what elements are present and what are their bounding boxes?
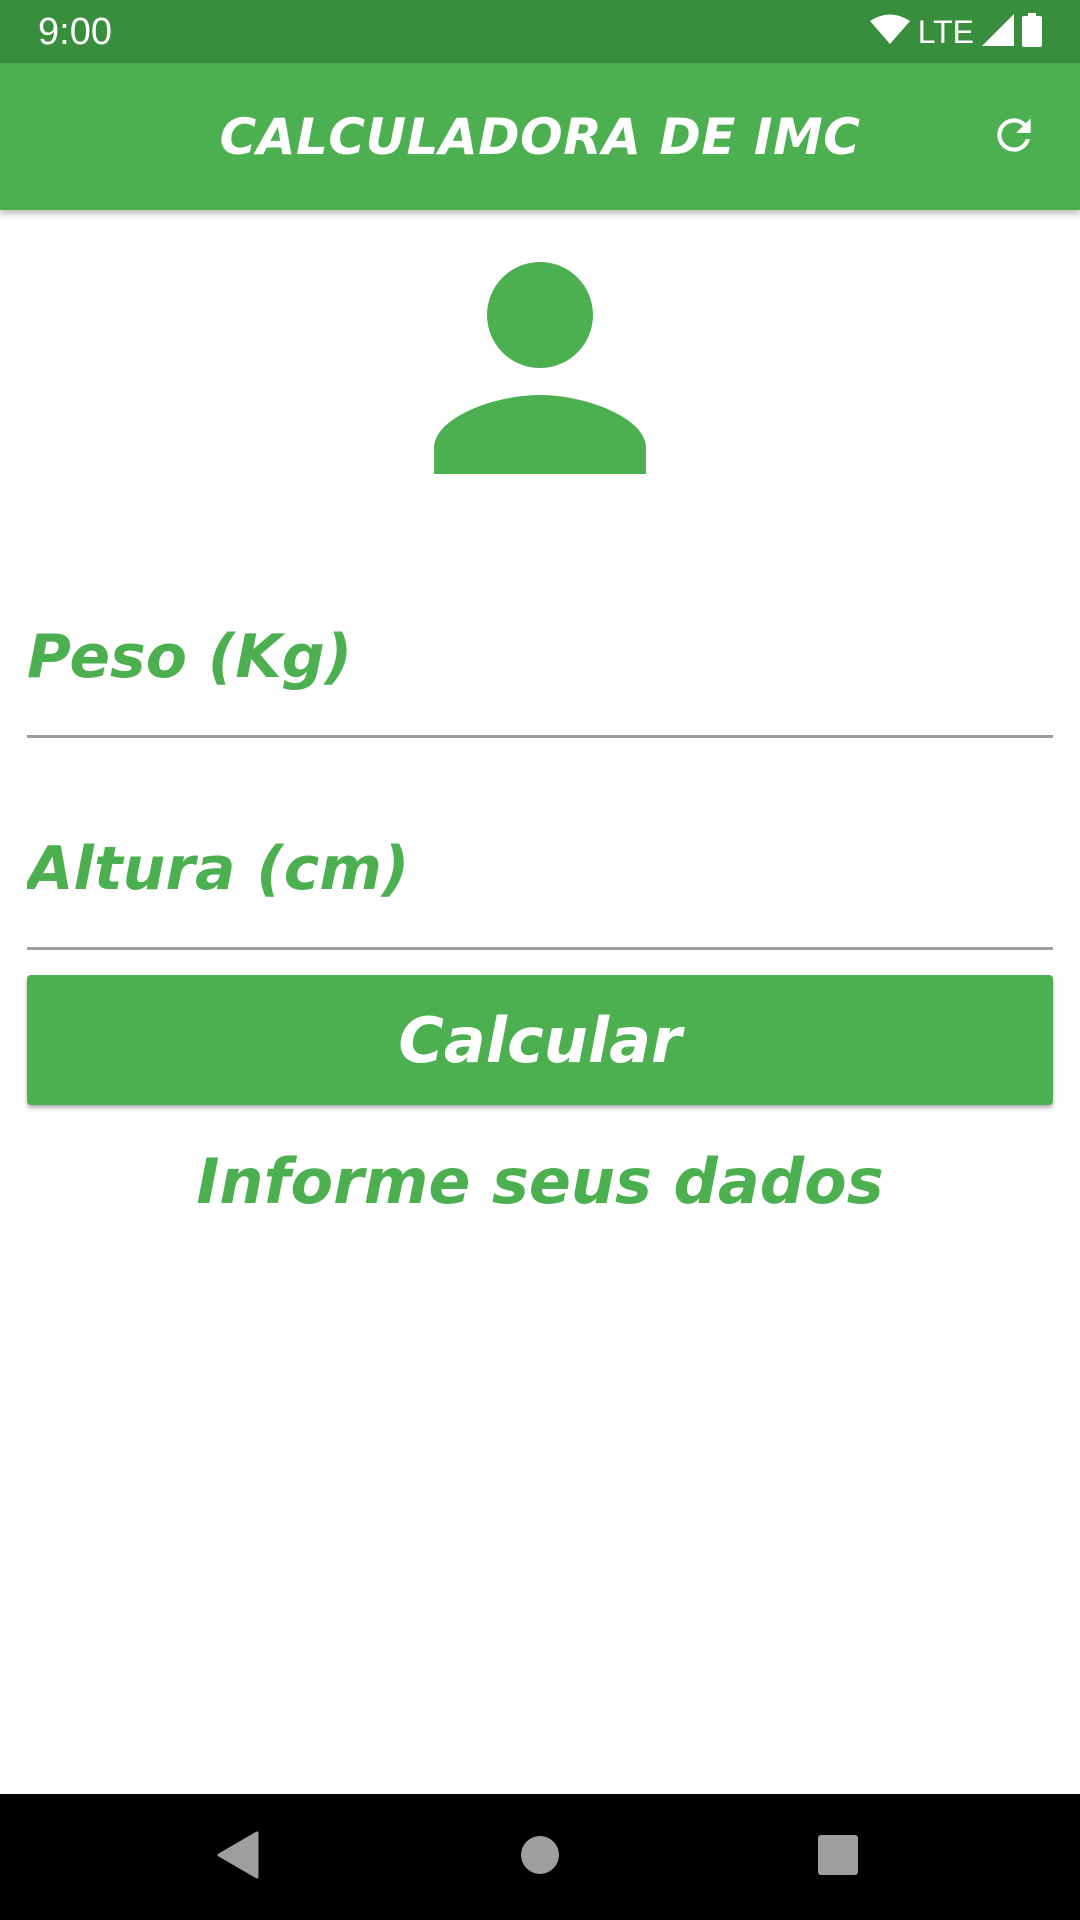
result-message: Informe seus dados	[196, 1145, 884, 1218]
app-bar: CALCULADORA DE IMC	[0, 63, 1080, 210]
network-type: LTE	[917, 14, 974, 50]
weight-field-container	[27, 578, 1053, 738]
recents-button[interactable]	[803, 1822, 873, 1892]
status-time: 9:00	[38, 11, 112, 53]
weight-input[interactable]	[27, 578, 1053, 735]
refresh-icon	[989, 110, 1039, 164]
person-icon	[434, 262, 646, 474]
app-title: CALCULADORA DE IMC	[219, 108, 861, 166]
calculate-button[interactable]: Calcular	[27, 975, 1053, 1105]
height-field-container	[27, 790, 1053, 950]
home-button[interactable]	[505, 1822, 575, 1892]
back-icon	[217, 1831, 261, 1883]
height-input[interactable]	[27, 790, 1053, 947]
home-icon	[520, 1835, 560, 1879]
status-icons: LTE	[869, 12, 1042, 52]
signal-icon	[982, 14, 1014, 50]
back-button[interactable]	[204, 1822, 274, 1892]
wifi-icon	[869, 14, 910, 50]
refresh-button[interactable]	[984, 107, 1044, 167]
status-bar: 9:00 LTE	[0, 0, 1080, 63]
battery-icon	[1022, 13, 1042, 51]
navigation-bar	[0, 1794, 1080, 1920]
recents-icon	[818, 1835, 858, 1879]
